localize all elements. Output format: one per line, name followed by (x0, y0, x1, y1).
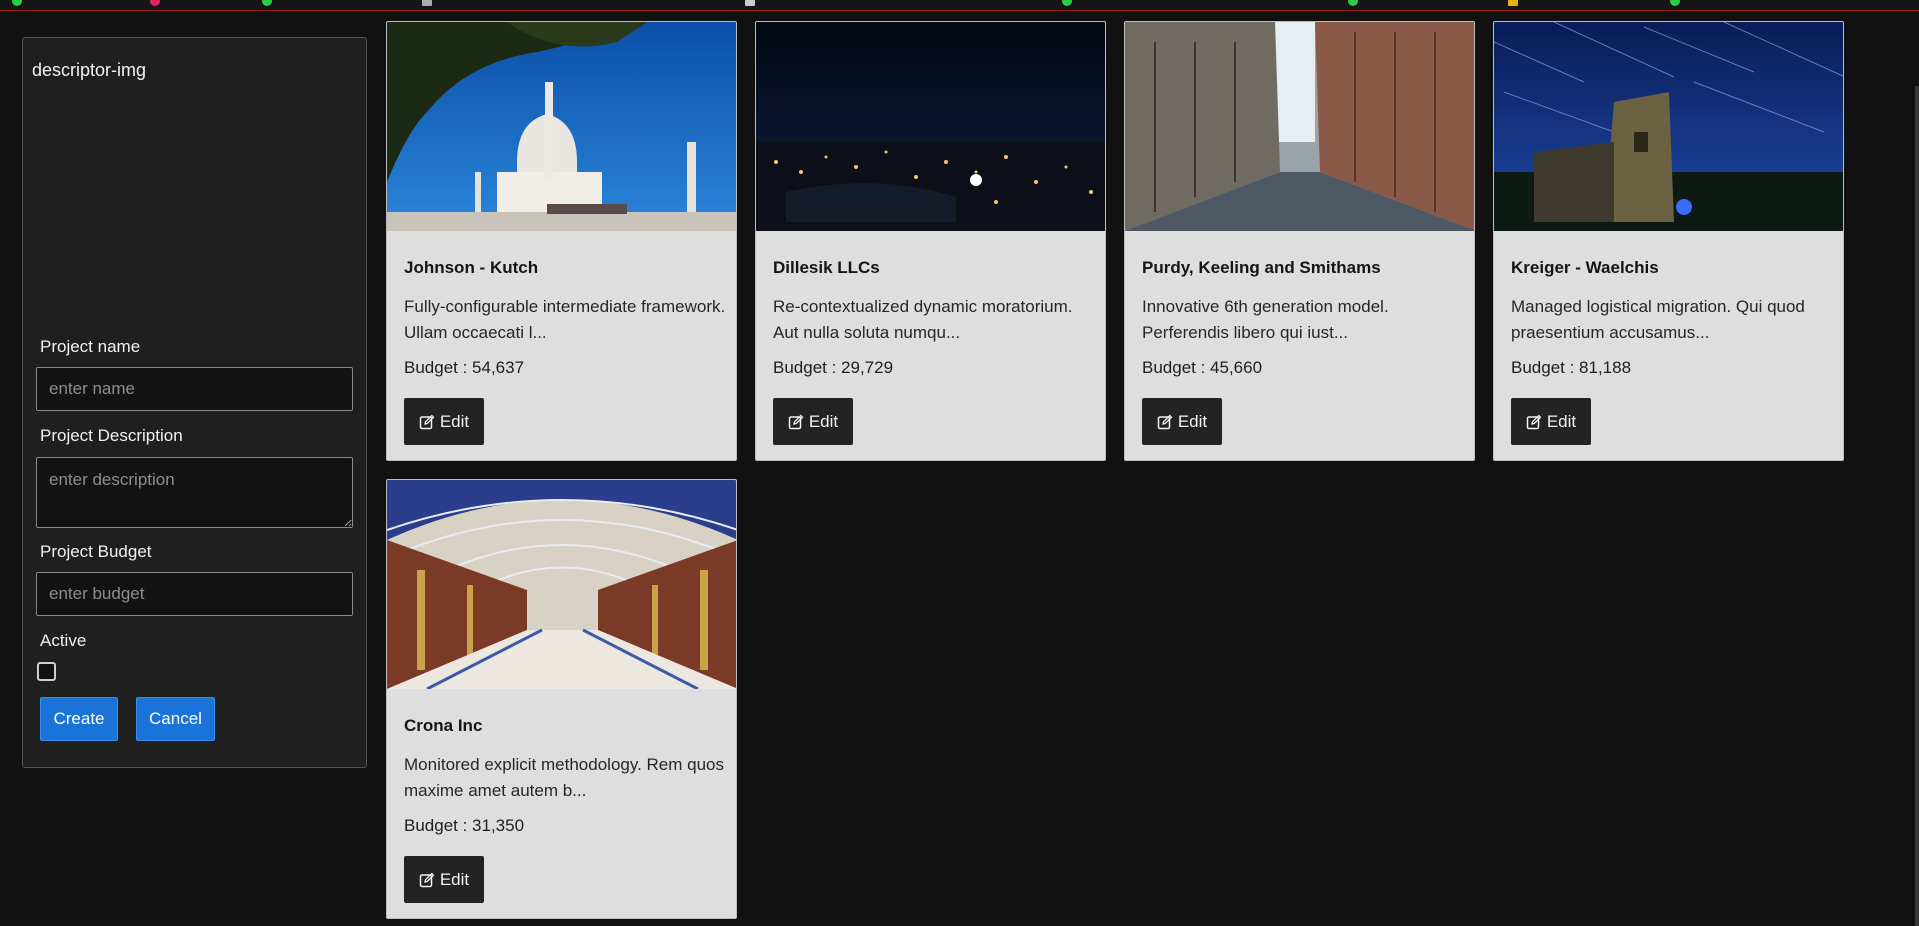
bookmark-icon[interactable] (262, 0, 272, 6)
edit-button[interactable]: Edit (404, 398, 484, 445)
project-form-panel: descriptor-img Project name Project Desc… (22, 37, 367, 768)
project-description-label: Project Description (40, 426, 183, 445)
project-description-textarea[interactable] (36, 457, 353, 528)
project-card-image (1494, 22, 1843, 231)
edit-square-icon (788, 414, 804, 429)
project-card-budget: Budget : 31,350 (404, 816, 525, 835)
edit-button-label: Edit (439, 411, 470, 431)
project-card: Dillesik LLCs Re-contextualized dynamic … (755, 21, 1106, 461)
bookmark-icon[interactable] (1348, 0, 1358, 6)
project-budget-label: Project Budget (40, 542, 152, 561)
project-card: Purdy, Keeling and Smithams Innovative 6… (1124, 21, 1475, 461)
project-card-description: Fully-configurable intermediate framewor… (404, 297, 726, 342)
project-name-label: Project name (40, 337, 141, 356)
edit-button-label: Edit (808, 411, 839, 431)
bookmark-icon[interactable] (745, 0, 755, 6)
project-card: Kreiger - Waelchis Managed logistical mi… (1493, 21, 1844, 461)
edit-button-label: Edit (1546, 411, 1577, 431)
edit-button[interactable]: Edit (773, 398, 853, 445)
edit-button[interactable]: Edit (404, 856, 484, 903)
edit-square-icon (1157, 414, 1173, 429)
edit-square-icon (1526, 414, 1542, 429)
page-scrollbar[interactable] (1915, 86, 1919, 926)
bookmark-icon[interactable] (1062, 0, 1072, 6)
edit-button-label: Edit (439, 869, 470, 889)
project-card-description: Monitored explicit methodology. Rem quos… (404, 755, 725, 800)
bookmark-icon[interactable] (1670, 0, 1680, 6)
edit-button-label: Edit (1177, 411, 1208, 431)
edit-button[interactable]: Edit (1142, 398, 1222, 445)
project-card-description: Re-contextualized dynamic moratorium. Au… (773, 297, 1073, 342)
project-card-title: Purdy, Keeling and Smithams (1142, 258, 1381, 277)
project-card-title: Johnson - Kutch (404, 258, 539, 277)
active-label: Active (40, 631, 87, 650)
project-card: Johnson - Kutch Fully-configurable inter… (386, 21, 737, 461)
project-card-description: Managed logistical migration. Qui quod p… (1511, 297, 1805, 342)
bookmark-icon[interactable] (422, 0, 432, 6)
edit-square-icon (419, 414, 435, 429)
project-card: Crona Inc Monitored explicit methodology… (386, 479, 737, 919)
create-button[interactable]: Create (40, 697, 118, 741)
browser-bookmarks-strip (0, 0, 1919, 11)
project-card-image (387, 480, 736, 689)
edit-square-icon (419, 872, 435, 887)
bookmark-icon[interactable] (1508, 0, 1518, 6)
project-name-input[interactable] (36, 367, 353, 411)
project-card-image (387, 22, 736, 231)
project-card-budget: Budget : 29,729 (773, 358, 894, 377)
cancel-button[interactable]: Cancel (136, 697, 215, 741)
project-card-budget: Budget : 81,188 (1511, 358, 1632, 377)
active-checkbox[interactable] (37, 662, 56, 681)
project-card-budget: Budget : 45,660 (1142, 358, 1263, 377)
project-card-description: Innovative 6th generation model. Perfere… (1142, 297, 1389, 342)
project-budget-input[interactable] (36, 572, 353, 616)
project-card-title: Crona Inc (404, 716, 483, 735)
project-card-title: Kreiger - Waelchis (1511, 258, 1659, 277)
bookmark-icon[interactable] (12, 0, 22, 6)
descriptor-image-placeholder: descriptor-img (32, 60, 147, 80)
project-card-budget: Budget : 54,637 (404, 358, 525, 377)
project-card-title: Dillesik LLCs (773, 258, 880, 277)
project-card-image (756, 22, 1105, 231)
bookmark-icon[interactable] (150, 0, 160, 6)
edit-button[interactable]: Edit (1511, 398, 1591, 445)
project-card-image (1125, 22, 1474, 231)
